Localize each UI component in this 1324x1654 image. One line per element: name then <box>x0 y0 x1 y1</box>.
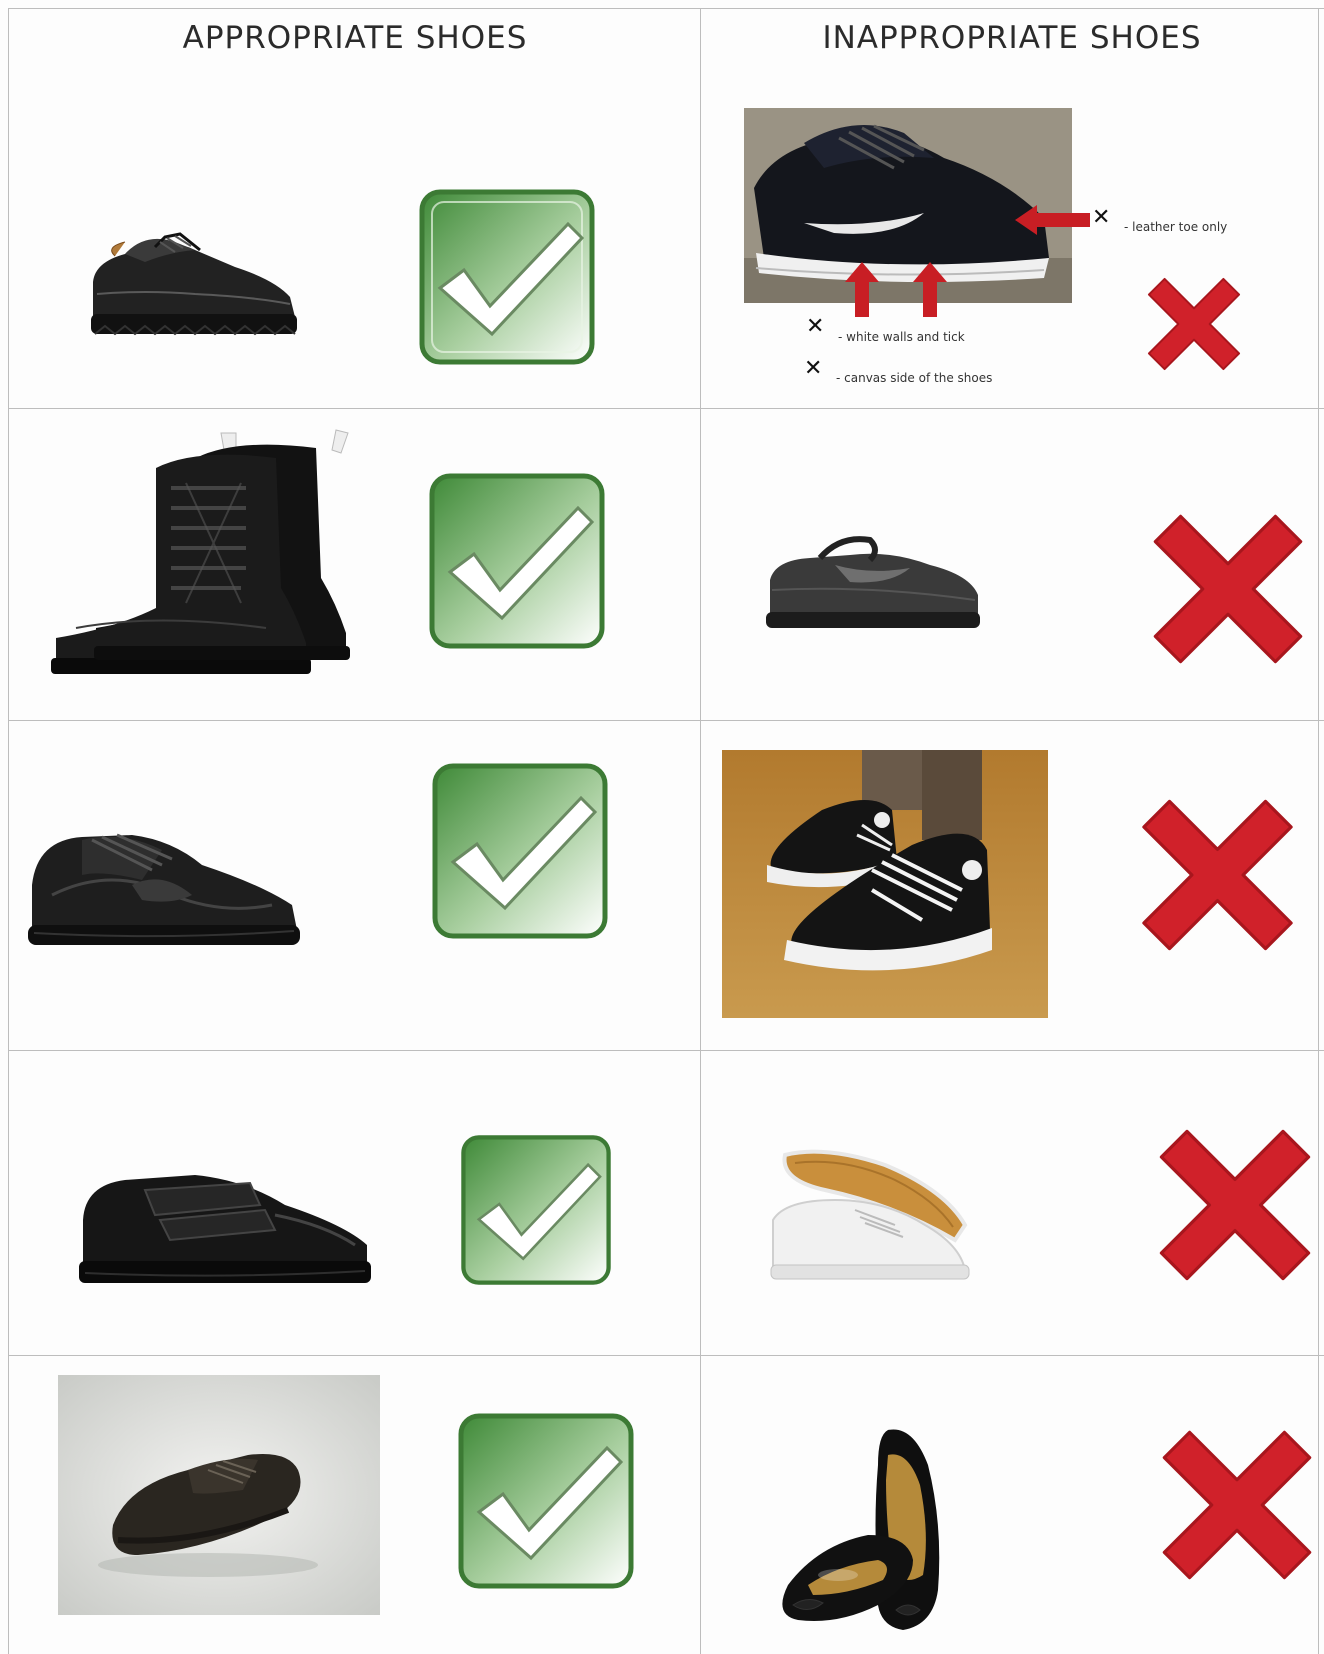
approved-tick-icon <box>456 1412 636 1590</box>
black-velcro-school-shoe-image <box>75 1165 375 1290</box>
black-lace-up-school-shoe-image <box>85 222 300 340</box>
leather-toe-note: - leather toe only <box>1124 220 1228 234</box>
inappropriate-shoes-heading: INAPPROPRIATE SHOES <box>822 20 1202 56</box>
rejected-cross-icon <box>1155 1125 1315 1285</box>
canvas-side-note: - canvas side of the shoes <box>836 371 993 385</box>
arrow-left-icon <box>1015 205 1090 235</box>
rejected-cross-icon <box>1148 510 1308 668</box>
table-border-top <box>8 8 1324 9</box>
approved-tick-icon <box>458 1134 614 1286</box>
table-border-left <box>8 8 9 1654</box>
arrow-up-icon <box>913 262 947 317</box>
row-divider <box>8 408 1324 409</box>
black-patent-ballet-flats-image <box>768 1425 968 1647</box>
appropriate-shoes-heading: APPROPRIATE SHOES <box>182 20 528 56</box>
black-leather-trainer-image <box>22 825 302 950</box>
shoe-guide-sheet: APPROPRIATE SHOES INAPPROPRIATE SHOES ✕ … <box>0 0 1324 1654</box>
row-divider <box>8 720 1324 721</box>
approved-tick-icon <box>430 762 610 940</box>
white-canvas-plimsolls-image <box>765 1145 975 1295</box>
approved-tick-icon <box>418 188 596 366</box>
rejected-cross-icon <box>1145 275 1243 373</box>
black-leather-boots-image <box>36 428 354 683</box>
black-canvas-high-top-sneakers-photo <box>722 750 1048 1018</box>
rejected-cross-icon <box>1158 1425 1316 1585</box>
table-border-right <box>1318 8 1319 1654</box>
table-column-divider <box>700 8 701 1654</box>
note-mark-icon: ✕ <box>806 314 825 339</box>
rejected-cross-icon <box>1135 795 1300 955</box>
note-mark-icon: ✕ <box>1092 205 1111 230</box>
row-divider <box>8 1050 1324 1051</box>
note-mark-icon: ✕ <box>804 356 823 381</box>
approved-tick-icon <box>428 472 606 650</box>
black-suede-lace-up-shoe-photo <box>58 1375 380 1615</box>
arrow-up-icon <box>845 262 879 317</box>
row-divider <box>8 1355 1324 1356</box>
black-mary-jane-shoe-image <box>760 530 985 635</box>
white-walls-note: - white walls and tick <box>838 330 965 344</box>
